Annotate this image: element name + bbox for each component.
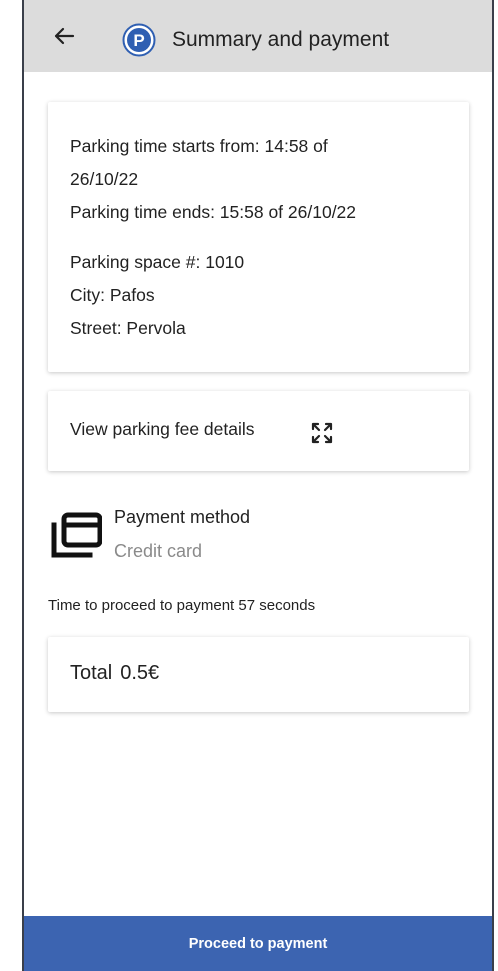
logo-letter: P (133, 31, 144, 50)
arrow-left-icon[interactable] (52, 24, 76, 48)
start-time-line-1: Parking time starts from: 14:58 of (70, 136, 328, 156)
summary-spacer (70, 229, 450, 246)
city-line: City: Pafos (70, 285, 155, 305)
start-time-line-2: 26/10/22 (70, 169, 139, 189)
parking-summary-card: Parking time starts from: 14:58 of 26/10… (48, 102, 469, 372)
total-row: Total 0.5€ (70, 662, 159, 685)
street-line: Street: Pervola (70, 318, 186, 338)
payment-method-value[interactable]: Credit card (114, 541, 202, 562)
payment-countdown-text: Time to proceed to payment 57 seconds (48, 597, 316, 614)
expand-icon[interactable] (310, 421, 334, 445)
total-label: Total (70, 662, 113, 684)
fee-details-card[interactable]: View parking fee details (48, 391, 469, 471)
fee-details-label: View parking fee details (70, 419, 255, 439)
parking-summary-text: Parking time starts from: 14:58 of 26/10… (70, 130, 450, 345)
payment-method-title: Payment method (114, 507, 251, 527)
app-bar: P Summary and payment (24, 0, 492, 72)
parking-space-line: Parking space #: 1010 (70, 252, 245, 272)
page-title: Summary and payment (172, 28, 390, 51)
total-card: Total 0.5€ (48, 637, 469, 712)
parking-p-icon: P (122, 23, 156, 57)
total-amount: 0.5€ (120, 662, 160, 684)
credit-cards-icon (50, 511, 103, 563)
end-time-line: Parking time ends: 15:58 of 26/10/22 (70, 202, 357, 222)
phone-frame: P Summary and payment Parking time start… (22, 0, 494, 971)
proceed-to-payment-button[interactable]: Proceed to payment (24, 916, 492, 971)
